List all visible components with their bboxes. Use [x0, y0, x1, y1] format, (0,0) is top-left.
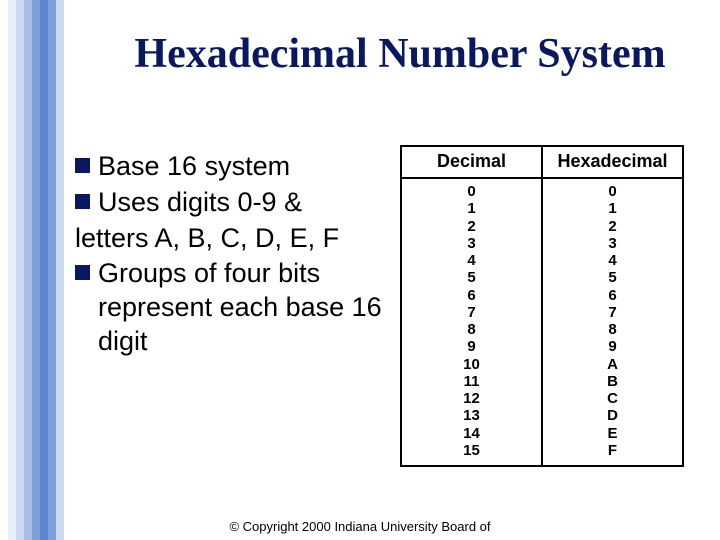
- decimal-column: 0123456789101112131415: [402, 179, 543, 465]
- table-cell: 14: [402, 425, 541, 442]
- list-item: Groups of four bits represent each base …: [75, 257, 385, 358]
- table-cell: 2: [402, 218, 541, 235]
- bullet-continuation: letters A, B, C, D, E, F: [75, 222, 385, 256]
- bullet-list: Base 16 system Uses digits 0-9 & letters…: [75, 150, 385, 361]
- table-cell: 4: [543, 252, 682, 269]
- hex-column: 0123456789ABCDEF: [543, 179, 682, 465]
- bullet-text: Groups of four bits represent each base …: [98, 257, 385, 358]
- table-header-row: Decimal Hexadecimal: [402, 147, 682, 179]
- square-bullet-icon: [75, 194, 90, 209]
- table-cell: 2: [543, 218, 682, 235]
- square-bullet-icon: [75, 158, 90, 173]
- table-cell: 13: [402, 407, 541, 424]
- table-body: 0123456789101112131415 0123456789ABCDEF: [402, 179, 682, 465]
- bullet-text: Base 16 system: [98, 150, 290, 184]
- table-cell: 3: [543, 235, 682, 252]
- table-cell: 1: [402, 200, 541, 217]
- table-cell: 4: [402, 252, 541, 269]
- table-cell: 0: [402, 183, 541, 200]
- table-cell: A: [543, 356, 682, 373]
- table-cell: 9: [402, 338, 541, 355]
- table-cell: 8: [402, 321, 541, 338]
- table-cell: 11: [402, 373, 541, 390]
- table-cell: 10: [402, 356, 541, 373]
- table-cell: 8: [543, 321, 682, 338]
- table-cell: 6: [402, 287, 541, 304]
- table-cell: 15: [402, 442, 541, 459]
- table-cell: 5: [402, 269, 541, 286]
- table-cell: 7: [543, 304, 682, 321]
- slide-title: Hexadecimal Number System: [110, 30, 690, 78]
- list-item: Uses digits 0-9 &: [75, 186, 385, 220]
- list-item: Base 16 system: [75, 150, 385, 184]
- column-header-decimal: Decimal: [402, 147, 543, 177]
- table-cell: 7: [402, 304, 541, 321]
- table-cell: 0: [543, 183, 682, 200]
- table-cell: E: [543, 425, 682, 442]
- table-cell: D: [543, 407, 682, 424]
- table-cell: 3: [402, 235, 541, 252]
- table-cell: C: [543, 390, 682, 407]
- square-bullet-icon: [75, 265, 90, 280]
- table-cell: F: [543, 442, 682, 459]
- bullet-text: Uses digits 0-9 &: [98, 186, 302, 220]
- conversion-table: Decimal Hexadecimal 01234567891011121314…: [400, 145, 684, 467]
- table-cell: 5: [543, 269, 682, 286]
- column-header-hexadecimal: Hexadecimal: [543, 147, 682, 177]
- table-cell: 12: [402, 390, 541, 407]
- table-cell: B: [543, 373, 682, 390]
- table-cell: 1: [543, 200, 682, 217]
- table-cell: 9: [543, 338, 682, 355]
- copyright-footer: © Copyright 2000 Indiana University Boar…: [0, 519, 720, 534]
- table-cell: 6: [543, 287, 682, 304]
